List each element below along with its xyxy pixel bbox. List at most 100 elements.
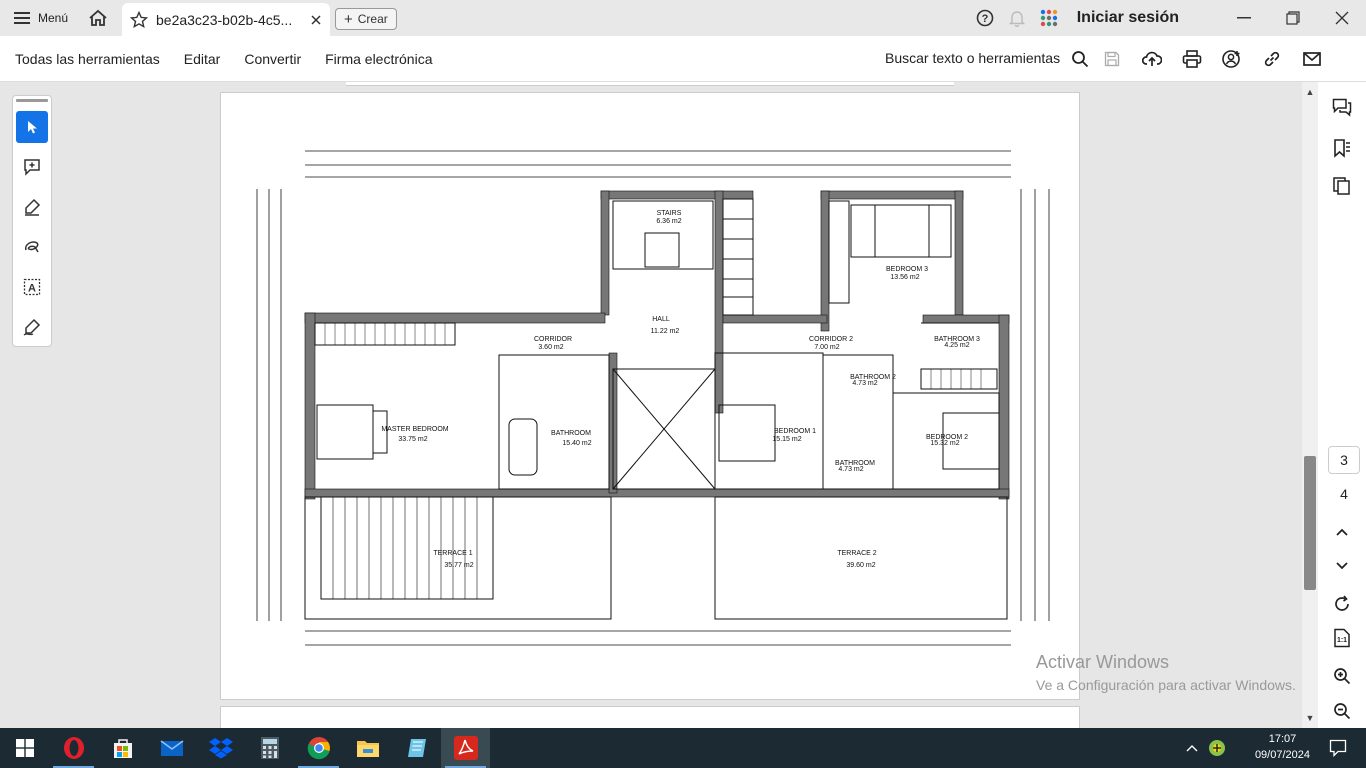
menu-button[interactable]: Menú bbox=[0, 0, 80, 36]
apps-button[interactable] bbox=[1033, 0, 1065, 36]
next-page-indicator[interactable]: 4 bbox=[1328, 480, 1360, 508]
save-button[interactable] bbox=[1092, 36, 1132, 82]
create-button[interactable]: + Crear bbox=[335, 8, 397, 30]
notification-center-icon bbox=[1329, 739, 1347, 757]
document-tab[interactable]: be2a3c23-b02b-4c5... bbox=[122, 3, 330, 36]
menu-label: Menú bbox=[38, 11, 69, 25]
windows-taskbar: 17:07 09/07/2024 bbox=[0, 728, 1366, 768]
folder-icon bbox=[356, 741, 379, 757]
text-tool-button[interactable]: A bbox=[16, 271, 48, 303]
home-button[interactable] bbox=[80, 0, 116, 36]
user-add-icon bbox=[1222, 50, 1240, 68]
actual-size-icon: 1:1 bbox=[1334, 628, 1350, 648]
zoom-in-icon bbox=[1334, 668, 1351, 685]
search-tools-label[interactable]: Buscar texto o herramientas bbox=[885, 50, 1060, 66]
taskbar-file-explorer[interactable] bbox=[343, 728, 392, 768]
room-area: 3.60 m2 bbox=[538, 344, 563, 351]
copy-link-button[interactable] bbox=[1252, 36, 1292, 82]
taskbar-calculator[interactable] bbox=[245, 728, 294, 768]
upload-cloud-button[interactable] bbox=[1132, 36, 1172, 82]
room-area: 15.40 m2 bbox=[562, 440, 591, 447]
activation-watermark-text: Ve a Configuración para activar Windows. bbox=[1036, 677, 1296, 693]
envelope-icon bbox=[1303, 52, 1321, 66]
scroll-down-arrow-icon[interactable]: ▼ bbox=[1302, 712, 1318, 724]
action-center-button[interactable] bbox=[1318, 728, 1358, 768]
chevron-down-icon bbox=[1336, 562, 1348, 570]
room-area: 4.25 m2 bbox=[944, 342, 969, 349]
close-icon bbox=[1335, 11, 1348, 25]
chevron-up-icon bbox=[1336, 528, 1348, 536]
rotate-icon bbox=[1335, 595, 1349, 611]
previous-page-button[interactable] bbox=[1330, 520, 1354, 544]
taskbar-acrobat[interactable] bbox=[441, 728, 490, 768]
vertical-scrollbar[interactable]: ▲ ▼ bbox=[1302, 82, 1318, 728]
current-page-indicator[interactable]: 3 bbox=[1328, 446, 1360, 474]
restore-button[interactable] bbox=[1268, 0, 1317, 36]
highlight-tool-button[interactable] bbox=[16, 191, 48, 223]
scrollbar-thumb[interactable] bbox=[1304, 456, 1316, 590]
zoom-in-button[interactable] bbox=[1330, 664, 1354, 688]
taskbar-notes-app[interactable] bbox=[392, 728, 441, 768]
taskbar-chrome[interactable] bbox=[294, 728, 343, 768]
comments-panel-button[interactable] bbox=[1330, 96, 1354, 120]
select-tool-button[interactable] bbox=[16, 111, 48, 143]
system-tray bbox=[1186, 728, 1226, 768]
room-label: CORRIDOR 2 bbox=[809, 336, 853, 343]
scroll-up-arrow-icon[interactable]: ▲ bbox=[1302, 86, 1318, 98]
highlighter-icon bbox=[25, 198, 41, 216]
windows-logo-icon bbox=[15, 739, 34, 757]
bookmarks-panel-button[interactable] bbox=[1330, 136, 1354, 160]
close-window-button[interactable] bbox=[1317, 0, 1366, 36]
hamburger-icon bbox=[14, 12, 30, 24]
actual-size-button[interactable]: 1:1 bbox=[1330, 626, 1354, 650]
share-user-button[interactable] bbox=[1212, 36, 1252, 82]
sign-tool-button[interactable] bbox=[16, 311, 48, 343]
room-label: BATHROOM bbox=[551, 430, 591, 437]
home-icon bbox=[89, 9, 107, 26]
taskbar-dropbox[interactable] bbox=[196, 728, 245, 768]
room-label: TERRACE 1 bbox=[433, 550, 472, 557]
taskbar-store[interactable] bbox=[98, 728, 147, 768]
right-sidebar: 3 4 1:1 bbox=[1318, 82, 1366, 728]
comment-tool-button[interactable] bbox=[16, 151, 48, 183]
main-toolbar: Todas las herramientas Editar Convertir … bbox=[0, 36, 1366, 82]
pages-panel-button[interactable] bbox=[1330, 174, 1354, 198]
room-area: 7.00 m2 bbox=[814, 344, 839, 351]
document-viewer[interactable]: STAIRS 6.36 m2 HALL 11.22 m2 BEDROOM 3 1… bbox=[0, 82, 1302, 728]
print-button[interactable] bbox=[1172, 36, 1212, 82]
toolbar-edit[interactable]: Editar bbox=[184, 51, 221, 67]
notifications-button[interactable] bbox=[1001, 0, 1033, 36]
toolbar-all-tools[interactable]: Todas las herramientas bbox=[15, 51, 160, 67]
toolbar-convert[interactable]: Convertir bbox=[244, 51, 301, 67]
taskbar-opera[interactable] bbox=[49, 728, 98, 768]
next-page-button[interactable] bbox=[1330, 554, 1354, 578]
toolbar-esign[interactable]: Firma electrónica bbox=[325, 51, 432, 67]
mail-icon bbox=[160, 740, 183, 756]
chevron-up-icon[interactable] bbox=[1186, 744, 1198, 752]
comments-icon bbox=[1332, 98, 1352, 117]
start-button[interactable] bbox=[0, 728, 49, 768]
signin-link[interactable]: Iniciar sesión bbox=[1077, 9, 1179, 27]
room-area: 6.36 m2 bbox=[656, 218, 681, 225]
rotate-button[interactable] bbox=[1330, 592, 1354, 616]
freehand-icon bbox=[24, 241, 39, 253]
search-icon bbox=[1072, 51, 1089, 68]
help-button[interactable]: ? bbox=[969, 0, 1001, 36]
close-tab-icon[interactable] bbox=[310, 14, 322, 26]
taskbar-clock[interactable]: 17:07 09/07/2024 bbox=[1255, 731, 1310, 763]
minimize-icon bbox=[1236, 17, 1251, 19]
email-button[interactable] bbox=[1292, 36, 1332, 82]
zoom-out-button[interactable] bbox=[1330, 699, 1354, 723]
search-button[interactable] bbox=[1068, 36, 1092, 82]
chrome-icon bbox=[307, 737, 330, 760]
floor-plan-drawing: STAIRS 6.36 m2 HALL 11.22 m2 BEDROOM 3 1… bbox=[256, 150, 1050, 646]
clock-date: 09/07/2024 bbox=[1254, 749, 1310, 761]
svg-text:?: ? bbox=[981, 13, 988, 25]
taskbar-mail[interactable] bbox=[147, 728, 196, 768]
palette-grip[interactable] bbox=[16, 99, 48, 102]
draw-tool-button[interactable] bbox=[16, 231, 48, 263]
minimize-button[interactable] bbox=[1219, 0, 1268, 36]
room-label: TERRACE 2 bbox=[837, 550, 876, 557]
add-comment-icon bbox=[24, 159, 40, 176]
update-badge-icon[interactable] bbox=[1208, 739, 1226, 757]
